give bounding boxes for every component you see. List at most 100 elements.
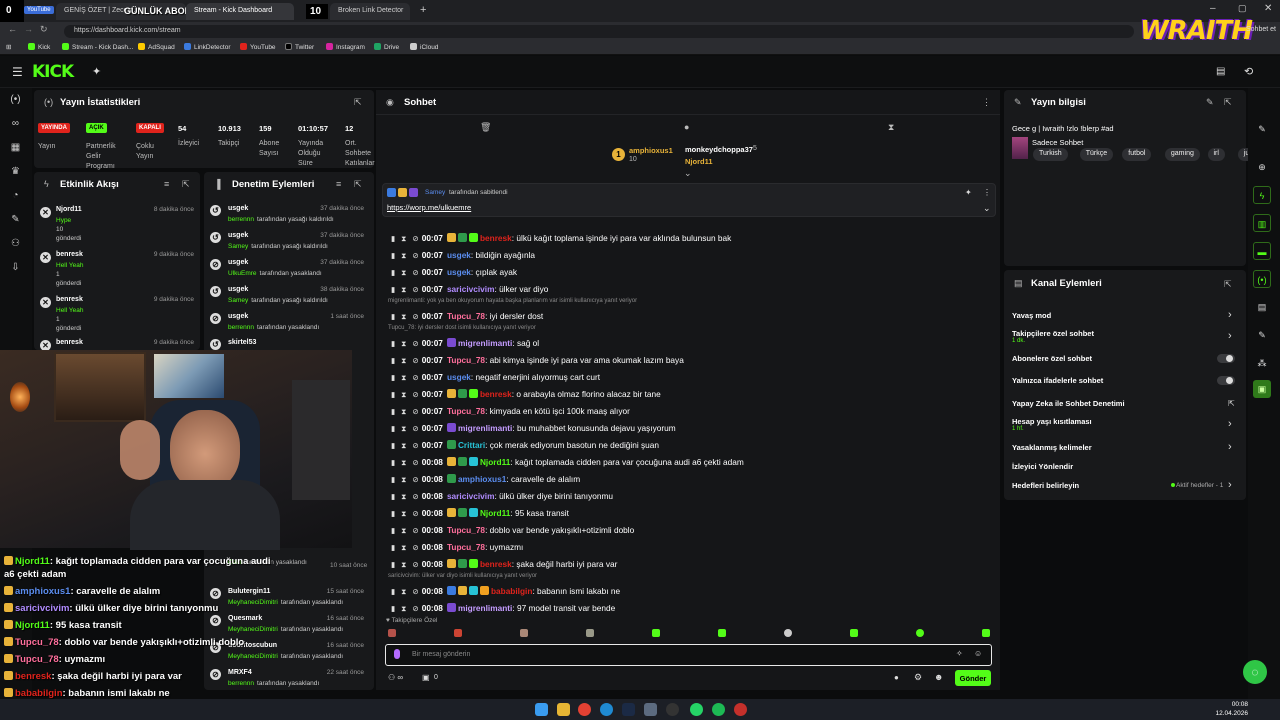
edit-icon[interactable]: ✎ (1206, 97, 1214, 108)
chat-username[interactable]: benresk (480, 559, 512, 569)
chat-message[interactable]: ▮ ⧗ ⊘ 00:08 migrenlimanti: 97 model transit … (388, 601, 615, 615)
tool-icon[interactable]: ✎ (1253, 326, 1271, 344)
ban-icon[interactable]: ⊘ (412, 509, 418, 518)
broadcast-icon[interactable]: (•) (1253, 270, 1271, 288)
hourglass-icon[interactable]: ⧗ (888, 122, 894, 133)
mod-actor[interactable]: MeyhaneciDimitri (228, 653, 278, 660)
bookmark-stream[interactable]: Stream - Kick Dash... (62, 43, 133, 51)
ban-icon[interactable]: ⊘ (412, 251, 418, 260)
magic-icon[interactable]: ✧ (956, 649, 963, 658)
bookmark-icloud[interactable]: iCloud (410, 43, 438, 51)
mod-target-user[interactable]: usgek (228, 232, 248, 239)
chat-username[interactable]: bababilgin (491, 586, 533, 596)
pin-message-icon[interactable]: ▮ (391, 356, 395, 365)
chat-username[interactable]: saricivcivim (447, 284, 495, 294)
support-chat-icon[interactable]: ◌ (1243, 660, 1267, 684)
emote-icon[interactable] (454, 629, 462, 637)
chat-username[interactable]: benresk (480, 233, 512, 243)
pin-message-icon[interactable]: ▮ (391, 251, 395, 260)
spotify-icon[interactable] (712, 703, 725, 716)
chat-message[interactable]: ▮ ⧗ ⊘ 00:07 usgek: negatif enerjini alıyormu… (388, 370, 600, 384)
mod-target-user[interactable]: Quesmark (228, 615, 262, 622)
folder-icon[interactable] (557, 703, 570, 716)
emote-icon[interactable] (388, 629, 396, 637)
chat-username[interactable]: benresk (480, 389, 512, 399)
maximize-icon[interactable]: ▢ (1238, 3, 1247, 14)
emote-icon[interactable] (718, 629, 726, 637)
activity-user[interactable]: benresk (56, 296, 83, 303)
back-icon[interactable]: ← (8, 24, 17, 34)
chat-username[interactable]: Njord11 (480, 457, 510, 467)
comment-icon[interactable]: ● (684, 122, 689, 132)
ban-icon[interactable]: ⊘ (412, 587, 418, 596)
obs-icon[interactable] (666, 703, 679, 716)
share-icon[interactable]: ⁂ (1253, 354, 1271, 372)
chat-message[interactable]: ▮ ⧗ ⊘ 00:07 Tupcu_78: abi kimya işinde iyi p… (388, 353, 684, 367)
pin-message-icon[interactable]: ▮ (391, 339, 395, 348)
send-button[interactable]: Gönder (955, 670, 991, 686)
chat-with-label[interactable]: Sohbet et (1246, 26, 1276, 33)
chat-message[interactable]: ▮ ⧗ ⊘ 00:08 Njord11: 95 kasa transit (388, 506, 569, 520)
unpin-icon[interactable]: ✦ (965, 188, 972, 197)
bookmark-drive[interactable]: Drive (374, 43, 399, 51)
crosshair-icon[interactable]: ⊕ (1253, 158, 1271, 176)
chevron-right-icon[interactable]: › (1228, 479, 1232, 491)
ban-icon[interactable]: ⊘ (412, 475, 418, 484)
mod-actor[interactable]: berrennn (228, 324, 254, 331)
channel-action-label[interactable]: Abonelere özel sohbet (1012, 354, 1092, 363)
stream-tag[interactable]: gaming (1164, 148, 1200, 161)
chat-message[interactable]: ▮ ⧗ ⊘ 00:07 migrenlimanti: bu muhabbet konus… (388, 421, 676, 435)
ban-icon[interactable]: ⊘ (412, 312, 418, 321)
ban-icon[interactable]: ⊘ (412, 234, 418, 243)
pin-message-icon[interactable]: ▮ (391, 373, 395, 382)
timeout-icon[interactable]: ⧗ (401, 587, 406, 596)
chat-message[interactable]: ▮ ⧗ ⊘ 00:07 benresk: ülkü kağıt toplama işin… (388, 231, 731, 245)
app-red-icon[interactable] (734, 703, 747, 716)
chat-message[interactable]: ▮ ⧗ ⊘ 00:07 Tupcu_78: kimyada en kötü işci 1… (388, 404, 630, 418)
chat-username[interactable]: Tupcu_78 (447, 355, 485, 365)
timeout-icon[interactable]: ⧗ (401, 339, 406, 348)
gift-icon[interactable]: ▣ (422, 673, 430, 682)
pin-message-icon[interactable]: ▮ (391, 234, 395, 243)
more-icon[interactable]: ⋮ (982, 97, 991, 108)
channel-action-label[interactable]: Yalnızca ifadelerle sohbet (1012, 376, 1103, 385)
chat-username[interactable]: Tupcu_78 (447, 525, 485, 535)
timeout-icon[interactable]: ⧗ (401, 526, 406, 535)
chat-username[interactable]: Crittari (458, 440, 485, 450)
chat-bubble-icon[interactable]: ● (894, 673, 899, 682)
popout-icon[interactable]: ⇱ (1224, 279, 1232, 290)
bookmark-apps-icon[interactable]: ⊞ (6, 43, 11, 51)
chat-message[interactable]: ▮ ⧗ ⊘ 00:07 Tupcu_78: iyi dersler dost (388, 309, 543, 323)
chat-username[interactable]: Tupcu_78 (447, 406, 485, 416)
pin-message-icon[interactable]: ▮ (391, 390, 395, 399)
app-icon[interactable] (644, 703, 657, 716)
emote-icon[interactable] (982, 629, 990, 637)
category-name[interactable]: Sadece Sohbet (1032, 138, 1083, 147)
kick-user-icon[interactable]: ⟲ (1244, 65, 1253, 78)
ban-icon[interactable]: ⊘ (412, 285, 418, 294)
chat-message[interactable]: ▮ ⧗ ⊘ 00:08 amphioxus1: caravelle de alalım (388, 472, 580, 486)
users-icon[interactable]: ⚇ (9, 238, 22, 251)
ban-icon[interactable]: ⊘ (412, 492, 418, 501)
pin-message-icon[interactable]: ▮ (391, 441, 395, 450)
chat-username[interactable]: Njord11 (480, 508, 510, 518)
chrome-icon[interactable] (578, 703, 591, 716)
mod-target-user[interactable]: usgek (228, 205, 248, 212)
filter-icon[interactable]: ≡ (164, 179, 169, 189)
mod-actor[interactable]: berrennn (228, 680, 254, 687)
stream-icon[interactable]: (•) (9, 94, 22, 107)
trophy-icon[interactable]: ♛ (9, 166, 22, 179)
chat-username[interactable]: Tupcu_78 (447, 311, 485, 321)
timeout-icon[interactable]: ⧗ (401, 604, 406, 613)
bot-icon[interactable]: ☻ (934, 672, 943, 682)
bookmark-adsquad[interactable]: AdSquad (138, 43, 175, 51)
chat-username[interactable]: Tupcu_78 (447, 542, 485, 552)
ban-icon[interactable]: ⊘ (412, 268, 418, 277)
popout-icon[interactable]: ⇱ (182, 179, 190, 190)
emoji-icon[interactable]: ☺ (974, 649, 982, 658)
chat-input-box[interactable]: Bir mesaj gönderin ✧ ☺ (385, 644, 992, 666)
ban-icon[interactable]: ⊘ (412, 458, 418, 467)
clipboard-icon[interactable]: ▥ (1253, 214, 1271, 232)
reload-icon[interactable]: ↻ (40, 24, 48, 35)
gift-green-icon[interactable]: ▣ (1253, 380, 1271, 398)
